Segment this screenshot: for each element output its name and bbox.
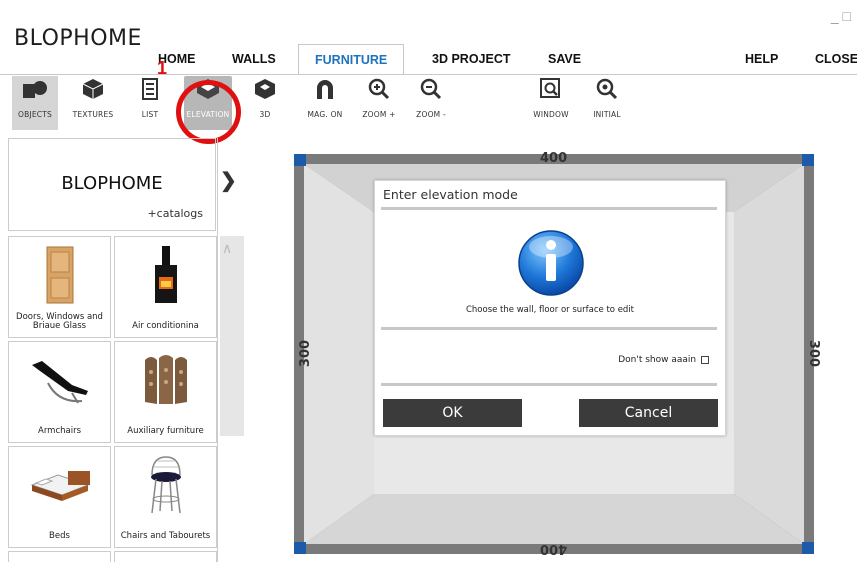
window-tool[interactable]: WINDOW [528, 76, 574, 130]
dimension-top: 400 [540, 151, 568, 166]
catalog-panel: BLOPHOME +catalogs Doors, Windows and Br… [8, 138, 218, 562]
annotation-step-number: 1 [157, 58, 168, 78]
3d-label: 3D [259, 110, 271, 119]
category-name: Air conditionina [132, 321, 199, 331]
category-chairs[interactable]: Chairs and Tabourets [114, 446, 217, 548]
category-doors[interactable]: Doors, Windows and Briaue Glass [8, 236, 111, 338]
textures-label: TEXTURES [72, 110, 114, 119]
textures-tool[interactable]: TEXTURES [66, 76, 120, 130]
dialog-divider [381, 327, 717, 330]
chevron-right-icon[interactable]: ❯ [220, 168, 237, 193]
dimension-right: 300 [806, 339, 822, 368]
initial-label: INITIAL [593, 110, 621, 119]
dimension-bottom: 400 [540, 541, 568, 556]
menu-save[interactable]: SAVE [548, 52, 581, 66]
corner-handle[interactable] [294, 154, 306, 166]
category-auxiliary[interactable]: Auxiliary furniture [114, 341, 217, 443]
magnet-tool[interactable]: MAG. ON [304, 76, 346, 130]
catalog-header[interactable]: BLOPHOME +catalogs [8, 138, 216, 231]
ok-button[interactable]: OK [383, 399, 522, 427]
dont-show-again-label: Don't show aaain [618, 355, 697, 365]
dialog-message: Choose the wall, floor or surface to edi… [465, 305, 635, 315]
category-air[interactable]: Air conditionina [114, 236, 217, 338]
menu-close[interactable]: CLOSE [815, 52, 857, 66]
category-name: Chairs and Tabourets [120, 531, 211, 541]
zoom-in-label: ZOOM + [362, 110, 396, 119]
list-label: LIST [141, 110, 159, 119]
fireplace-icon [115, 243, 216, 307]
dialog-divider [381, 383, 717, 386]
category-more-2[interactable] [114, 551, 217, 562]
category-name: Armchairs [38, 426, 81, 436]
dont-show-again-checkbox[interactable]: Don't show aaain [618, 355, 709, 365]
zoom-out-icon [412, 76, 450, 110]
bar-stool-icon [115, 453, 216, 517]
corner-handle[interactable] [802, 154, 814, 166]
lounge-chair-icon [9, 348, 110, 412]
category-name: Auxiliary furniture [127, 426, 204, 436]
category-armchairs[interactable]: Armchairs [8, 341, 111, 443]
screen-divider-icon [115, 348, 216, 412]
window-controls[interactable]: _ □ [831, 8, 851, 24]
window-label: WINDOW [533, 110, 569, 119]
menu-walls[interactable]: WALLS [232, 52, 276, 66]
annotation-highlight-circle [176, 80, 241, 144]
3d-tool[interactable]: 3D [250, 76, 280, 130]
menu-furniture[interactable]: FURNITURE [298, 44, 405, 75]
dialog-title: Enter elevation mode [383, 187, 518, 202]
bed-icon [9, 453, 110, 517]
category-name: Doors, Windows and Briaue Glass [16, 312, 103, 331]
objects-label: OBJECTS [18, 110, 52, 119]
catalog-scrollbar[interactable] [220, 236, 244, 436]
zoom-in-icon [360, 76, 398, 110]
wall-right[interactable] [734, 164, 804, 544]
magnet-icon [304, 76, 346, 110]
objects-tool[interactable]: OBJECTS [12, 76, 58, 130]
list-icon [132, 76, 168, 110]
category-beds[interactable]: Beds [8, 446, 111, 548]
zoom-in-tool[interactable]: ZOOM + [360, 76, 398, 130]
initial-tool[interactable]: INITIAL [586, 76, 628, 130]
menu-3d-project[interactable]: 3D PROJECT [432, 52, 511, 66]
list-tool[interactable]: LIST [132, 76, 168, 130]
corner-handle[interactable] [294, 542, 306, 554]
toolbar: OBJECTS TEXTURES LIST ELEVATION 3D MAG. … [8, 76, 857, 134]
zoom-out-tool[interactable]: ZOOM - [412, 76, 450, 130]
wall-bottom[interactable] [304, 494, 804, 544]
initial-zoom-icon [586, 76, 628, 110]
window-zoom-icon [528, 76, 574, 110]
menu-help[interactable]: HELP [745, 52, 778, 66]
catalogs-link[interactable]: +catalogs [147, 207, 203, 220]
corner-handle[interactable] [802, 542, 814, 554]
cube-icon [66, 76, 120, 110]
cancel-button[interactable]: Cancel [579, 399, 718, 427]
category-name: Beds [49, 531, 70, 541]
mag-on-label: MAG. ON [307, 110, 343, 119]
info-icon [511, 225, 591, 301]
main-menu: HOME WALLS FURNITURE 3D PROJECT SAVE HEL… [0, 44, 857, 75]
3d-view-icon [250, 76, 280, 110]
door-icon [9, 243, 110, 307]
menu-divider [0, 74, 857, 75]
objects-icon [12, 76, 58, 110]
category-more-1[interactable] [8, 551, 111, 562]
scroll-up-icon[interactable]: ∧ [222, 240, 232, 257]
dialog-divider [381, 207, 717, 210]
dimension-left: 300 [298, 339, 314, 368]
zoom-out-label: ZOOM - [416, 110, 446, 119]
elevation-mode-dialog: Enter elevation mode Choose the wall, fl… [374, 180, 726, 436]
catalog-brand: BLOPHOME [61, 173, 163, 194]
wall-left[interactable] [304, 164, 374, 544]
checkbox-icon[interactable] [701, 355, 709, 364]
